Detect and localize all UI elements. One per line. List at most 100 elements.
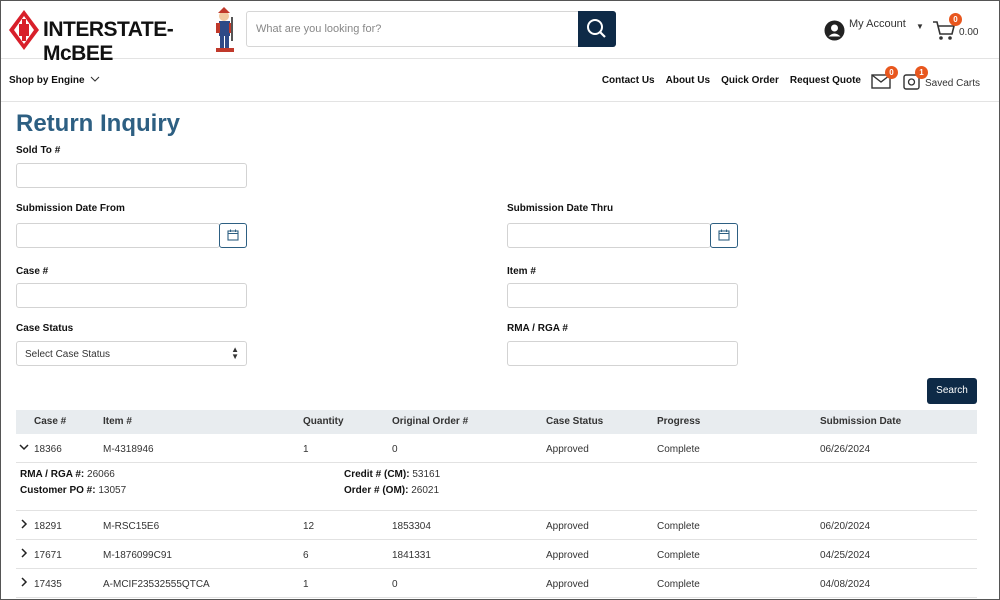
messages-button[interactable]: 0: [871, 66, 898, 92]
date-from-input[interactable]: [16, 223, 220, 248]
cell-item: M-4318946: [103, 444, 154, 455]
rma-label: RMA / RGA #: [507, 323, 568, 334]
search-input[interactable]: [247, 12, 579, 46]
cell-quantity: 12: [303, 521, 315, 532]
case-status-label: Case Status: [16, 323, 74, 334]
date-thru-input[interactable]: [507, 223, 711, 248]
sold-to-label: Sold To #: [16, 145, 61, 156]
brand-logo[interactable]: INTERSTATE-McBEE: [9, 7, 239, 65]
calendar-icon: [718, 229, 730, 241]
table-row[interactable]: 17435 A-MCIF23532555QTCA 1 0 Approved Co…: [16, 569, 977, 598]
cell-quantity: 1: [303, 579, 309, 590]
cell-case: 17435: [34, 579, 62, 590]
nav-link-request-quote[interactable]: Request Quote: [790, 75, 861, 86]
search-submit-button[interactable]: Search: [927, 378, 977, 404]
chevron-down-icon[interactable]: [19, 442, 29, 452]
brand-name: INTERSTATE-McBEE: [43, 18, 174, 65]
rma-input[interactable]: [507, 341, 738, 366]
cell-progress: Complete: [657, 521, 700, 532]
mail-count-badge: 0: [885, 66, 898, 79]
col-case-status[interactable]: Case Status: [546, 416, 603, 427]
page-frame: INTERSTATE-McBEE What are you looking fo…: [0, 0, 1000, 600]
chevron-right-icon[interactable]: [19, 577, 29, 587]
date-thru-label: Submission Date Thru: [507, 203, 614, 214]
order-detail-value: 26021: [411, 485, 440, 496]
cell-submission-date: 04/25/2024: [820, 550, 871, 561]
cell-case: 18366: [34, 444, 62, 455]
cell-progress: Complete: [657, 579, 700, 590]
user-icon: [824, 20, 845, 41]
table-row[interactable]: 18291 M-RSC15E6 12 1853304 Approved Comp…: [16, 511, 977, 540]
cell-case-status: Approved: [546, 444, 589, 455]
top-header: INTERSTATE-McBEE What are you looking fo…: [1, 1, 999, 65]
nav-link-quick-order[interactable]: Quick Order: [721, 75, 779, 86]
cart-count-badge: 0: [949, 13, 962, 26]
cell-submission-date: 06/20/2024: [820, 521, 871, 532]
search-button[interactable]: [578, 11, 616, 47]
cell-submission-date: 06/26/2024: [820, 444, 871, 455]
sort-caret-icon: ▲ ▼: [231, 345, 239, 361]
date-thru-calendar-button[interactable]: [710, 223, 738, 248]
site-search: [246, 11, 616, 47]
cell-submission-date: 04/08/2024: [820, 579, 871, 590]
cell-item: M-1876099C91: [103, 550, 172, 561]
cell-original-order: 0: [392, 579, 398, 590]
saved-carts-button[interactable]: 1 Saved Carts: [903, 66, 983, 94]
my-account-label: My Account: [849, 18, 906, 30]
calendar-icon: [227, 229, 239, 241]
table-row[interactable]: 17671 M-1876099C91 6 1841331 Approved Co…: [16, 540, 977, 569]
chevron-down-icon: [90, 76, 100, 82]
table-row[interactable]: 18366 M-4318946 1 0 Approved Complete 06…: [16, 434, 977, 463]
cell-case-status: Approved: [546, 521, 589, 532]
search-icon: [587, 19, 606, 38]
mascot-icon: [216, 7, 234, 52]
po-detail-value: 13057: [98, 485, 127, 496]
col-case[interactable]: Case #: [34, 416, 66, 427]
order-detail: Order # (OM): 26021: [344, 485, 439, 496]
case-status-value: Select Case Status: [25, 349, 111, 360]
sold-to-input[interactable]: [16, 163, 247, 188]
nav-link-about-us[interactable]: About Us: [666, 75, 710, 86]
shop-by-engine-menu[interactable]: Shop by Engine: [9, 75, 100, 86]
page-title: Return Inquiry: [16, 110, 181, 137]
col-item[interactable]: Item #: [103, 416, 132, 427]
cell-progress: Complete: [657, 550, 700, 561]
case-status-select[interactable]: Select Case Status ▲ ▼: [16, 341, 247, 366]
cell-quantity: 1: [303, 444, 309, 455]
col-original-order[interactable]: Original Order #: [392, 416, 468, 427]
cell-case: 18291: [34, 521, 62, 532]
cell-quantity: 6: [303, 550, 309, 561]
chevron-right-icon[interactable]: [19, 548, 29, 558]
cell-item: A-MCIF23532555QTCA: [103, 579, 210, 590]
col-progress[interactable]: Progress: [657, 416, 700, 427]
cell-progress: Complete: [657, 444, 700, 455]
rma-detail: RMA / RGA #: 26066: [20, 469, 115, 480]
col-submission-date[interactable]: Submission Date: [820, 416, 901, 427]
cell-original-order: 0: [392, 444, 398, 455]
nav-links: Contact Us About Us Quick Order Request …: [602, 75, 861, 86]
case-label: Case #: [16, 266, 49, 277]
po-detail-label: Customer PO #:: [20, 485, 96, 496]
credit-detail-value: 53161: [412, 469, 441, 480]
item-label: Item #: [507, 266, 536, 277]
nav-link-contact-us[interactable]: Contact Us: [602, 75, 655, 86]
cell-case-status: Approved: [546, 550, 589, 561]
logo-diamond-icon: [9, 10, 39, 50]
date-from-calendar-button[interactable]: [219, 223, 247, 248]
cell-case-status: Approved: [546, 579, 589, 590]
cell-item: M-RSC15E6: [103, 521, 160, 532]
row-detail-panel: RMA / RGA #: 26066 Customer PO #: 13057 …: [16, 463, 977, 511]
po-detail: Customer PO #: 13057: [20, 485, 126, 496]
cell-original-order: 1841331: [392, 550, 431, 561]
case-input[interactable]: [16, 283, 247, 308]
cart-button[interactable]: 0 0.00: [931, 13, 981, 43]
cart-total: 0.00: [959, 27, 979, 38]
rma-detail-value: 26066: [87, 469, 115, 480]
main-nav: Shop by Engine Contact Us About Us Quick…: [1, 60, 999, 102]
item-input[interactable]: [507, 283, 738, 308]
order-detail-label: Order # (OM):: [344, 485, 409, 496]
rma-detail-label: RMA / RGA #:: [20, 469, 85, 480]
col-quantity[interactable]: Quantity: [303, 416, 344, 427]
chevron-right-icon[interactable]: [19, 519, 29, 529]
saved-carts-label: Saved Carts: [925, 78, 981, 89]
